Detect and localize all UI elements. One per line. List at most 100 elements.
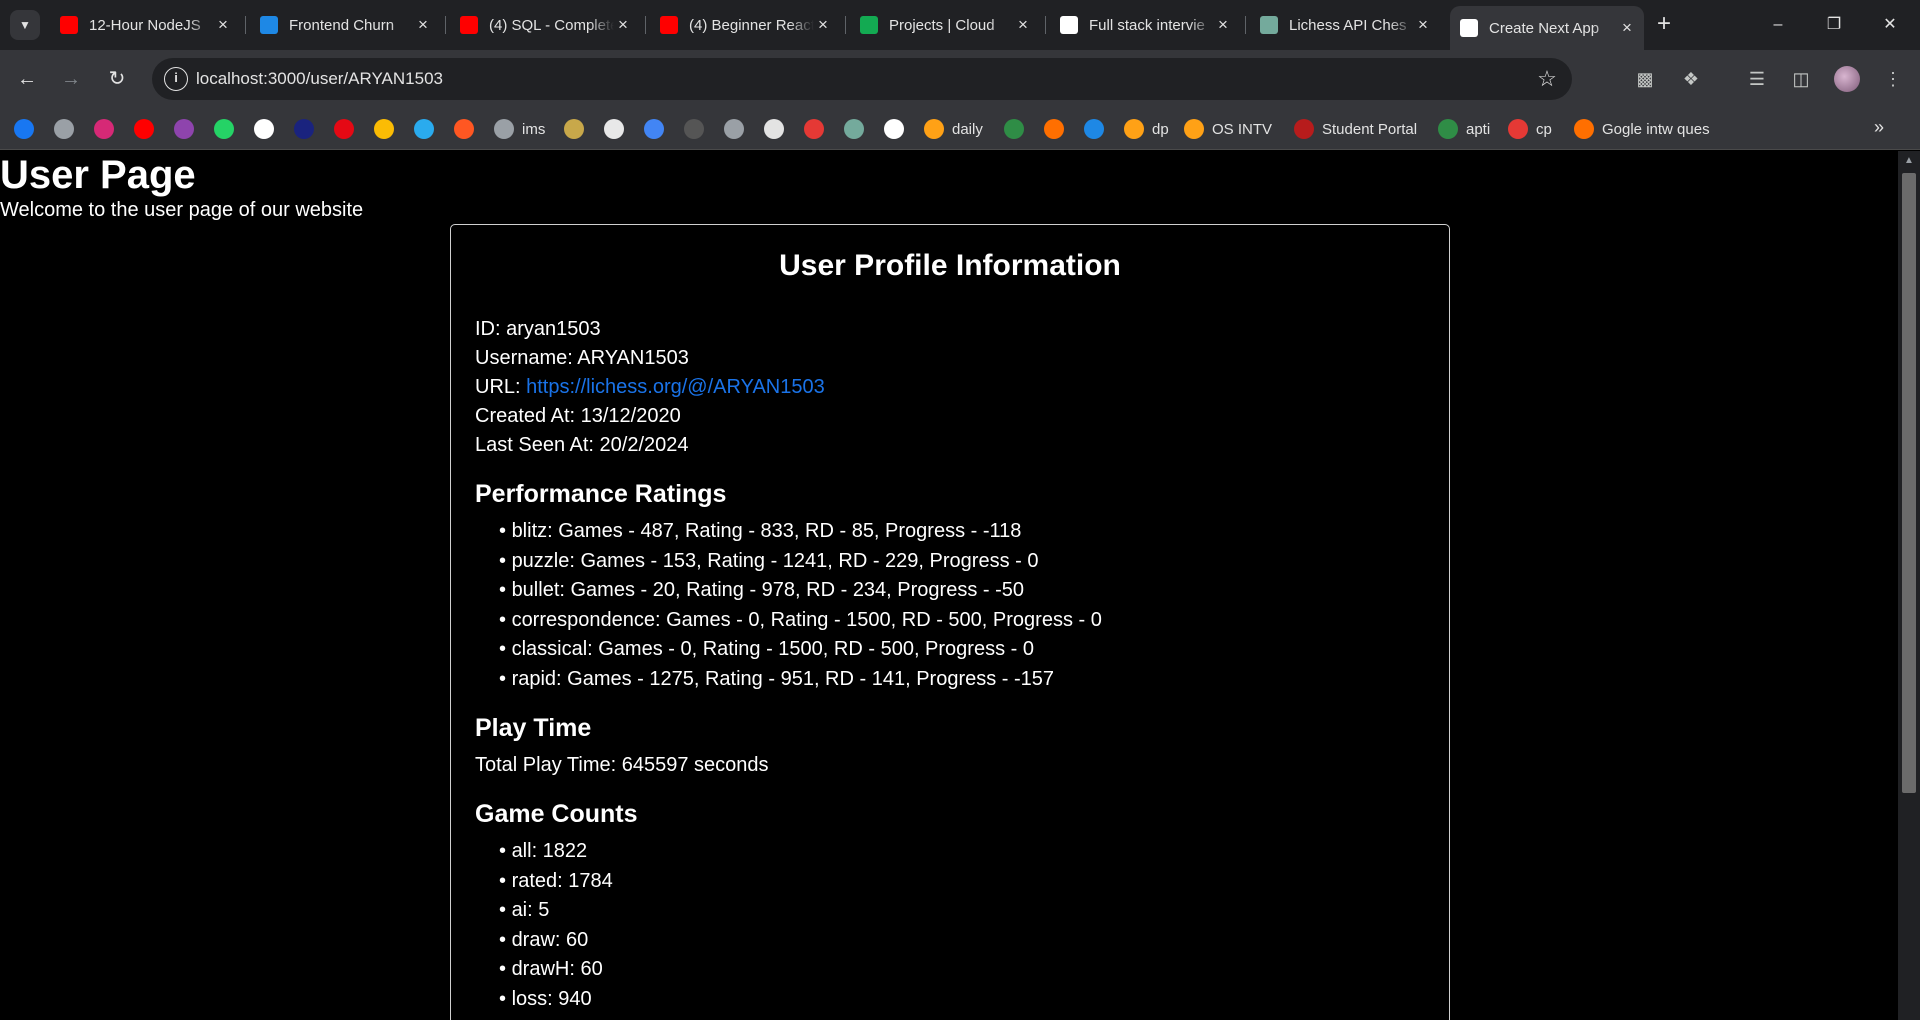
browser-tab[interactable]: Lichess API Ches × — [1250, 8, 1440, 42]
bookmark-label: daily — [952, 120, 983, 138]
list-item: loss: 940 — [499, 985, 1425, 1015]
bookmark-item[interactable] — [724, 117, 744, 141]
reload-icon: ↻ — [108, 68, 126, 90]
globe-icon — [54, 119, 74, 139]
perf-list: blitz: Games - 487, Rating - 833, RD - 8… — [475, 517, 1425, 694]
dh-icon — [294, 119, 314, 139]
media-controls-icon[interactable]: ☰ — [1742, 64, 1772, 94]
new-tab-button[interactable]: + — [1650, 11, 1678, 39]
bookmark-item[interactable] — [764, 117, 784, 141]
bookmark-item[interactable] — [564, 117, 584, 141]
browser-tab[interactable]: 12-Hour NodeJS × — [50, 8, 240, 42]
browser-tab[interactable]: (4) Beginner React × — [650, 8, 840, 42]
bookmark-item[interactable] — [374, 117, 394, 141]
back-button[interactable]: ← — [12, 64, 42, 94]
browser-tab[interactable]: Frontend Churn × — [250, 8, 440, 42]
bookmark-item[interactable] — [804, 117, 824, 141]
bookmark-item[interactable]: Student Portal — [1294, 117, 1417, 141]
menu-icon[interactable]: ⋮ — [1878, 64, 1908, 94]
bookmark-item[interactable]: daily — [924, 117, 983, 141]
bookmark-item[interactable]: apti — [1438, 117, 1490, 141]
youtube-icon — [134, 119, 154, 139]
github-icon — [884, 119, 904, 139]
side-panel-icon[interactable]: ◫ — [1786, 64, 1816, 94]
bookmark-item[interactable]: Gogle intw ques — [1574, 117, 1710, 141]
pw-icon — [174, 119, 194, 139]
bookmark-item[interactable]: dp — [1124, 117, 1169, 141]
profile-url-link[interactable]: https://lichess.org/@/ARYAN1503 — [526, 376, 825, 398]
site-info-icon[interactable]: i — [164, 67, 188, 91]
bookmark-item[interactable] — [1044, 117, 1064, 141]
bookmark-item[interactable] — [214, 117, 234, 141]
bookmark-item[interactable] — [14, 117, 34, 141]
tab-title: (4) Beginner React — [689, 16, 814, 34]
bookmark-item[interactable] — [294, 117, 314, 141]
more-bookmarks-icon[interactable]: » — [1874, 117, 1884, 138]
bookmark-item[interactable] — [414, 117, 434, 141]
bookmark-star-icon[interactable]: ☆ — [1534, 66, 1560, 92]
emblem-icon — [564, 119, 584, 139]
close-tab-icon[interactable]: × — [1618, 18, 1636, 38]
ac-icon — [260, 16, 278, 34]
bookmark-item[interactable] — [604, 117, 624, 141]
bookmark-item[interactable] — [1084, 117, 1104, 141]
close-window-button[interactable]: ✕ — [1875, 10, 1905, 40]
profile-avatar[interactable] — [1834, 66, 1860, 92]
instagram-icon — [94, 119, 114, 139]
close-tab-icon[interactable]: × — [1214, 15, 1232, 35]
youtube-icon — [60, 16, 78, 34]
page-subtitle: Welcome to the user page of our website — [0, 199, 364, 221]
extensions-icon[interactable]: ❖ — [1676, 64, 1706, 94]
bookmark-item[interactable] — [134, 117, 154, 141]
reload-button[interactable]: ↻ — [102, 64, 132, 94]
bookmark-item[interactable] — [684, 117, 704, 141]
bookmark-item[interactable] — [334, 117, 354, 141]
bookmark-item[interactable] — [174, 117, 194, 141]
cast-icon[interactable]: ▩ — [1630, 64, 1660, 94]
page-scrollbar[interactable]: ▲ — [1898, 151, 1920, 1020]
close-tab-icon[interactable]: × — [414, 15, 432, 35]
close-tab-icon[interactable]: × — [1414, 15, 1432, 35]
list-item: classical: Games - 0, Rating - 1500, RD … — [499, 635, 1425, 665]
forward-button[interactable]: → — [56, 64, 86, 94]
browser-tab[interactable]: Full stack intervie × — [1050, 8, 1240, 42]
close-tab-icon[interactable]: × — [214, 15, 232, 35]
notion-icon — [1060, 16, 1078, 34]
arrow-right-icon: → — [61, 68, 81, 90]
minimize-button[interactable]: – — [1763, 10, 1793, 40]
close-tab-icon[interactable]: × — [814, 15, 832, 35]
scrollbar-thumb[interactable] — [1902, 173, 1916, 793]
restore-button[interactable]: ❐ — [1819, 10, 1849, 40]
bookmark-item[interactable]: OS INTV — [1184, 117, 1272, 141]
bookmark-item[interactable] — [884, 117, 904, 141]
youtube-icon — [460, 16, 478, 34]
bookmark-item[interactable] — [54, 117, 74, 141]
browser-tab[interactable]: (4) SQL - Complete × — [450, 8, 640, 42]
ai-icon — [764, 119, 784, 139]
chatgpt-icon — [844, 119, 864, 139]
scroll-up-icon[interactable]: ▲ — [1904, 155, 1914, 166]
tab-separator — [645, 16, 646, 34]
browser-tab[interactable]: Create Next App × — [1450, 6, 1644, 50]
bookmark-item[interactable] — [844, 117, 864, 141]
chart-icon — [644, 119, 664, 139]
card-title: User Profile Information — [779, 249, 1121, 282]
tab-search-button[interactable]: ▼ — [10, 10, 40, 40]
tab-separator — [245, 16, 246, 34]
bookmark-item[interactable]: cp — [1508, 117, 1552, 141]
x-icon — [454, 119, 474, 139]
close-tab-icon[interactable]: × — [1014, 15, 1032, 35]
bookmark-item[interactable] — [1004, 117, 1024, 141]
bookmark-item[interactable]: ims — [494, 117, 545, 141]
browser-tab[interactable]: Projects | Cloud × — [850, 8, 1040, 42]
bookmark-item[interactable] — [254, 117, 274, 141]
bookmark-item[interactable] — [94, 117, 114, 141]
address-bar[interactable]: i ☆ — [152, 58, 1572, 100]
bookmark-label: Gogle intw ques — [1602, 120, 1710, 138]
play-time-heading: Play Time — [475, 714, 592, 742]
bookmark-item[interactable] — [454, 117, 474, 141]
close-tab-icon[interactable]: × — [614, 15, 632, 35]
bookmark-label: ims — [522, 120, 546, 138]
bookmark-item[interactable] — [644, 117, 664, 141]
url-input[interactable] — [196, 58, 1496, 100]
